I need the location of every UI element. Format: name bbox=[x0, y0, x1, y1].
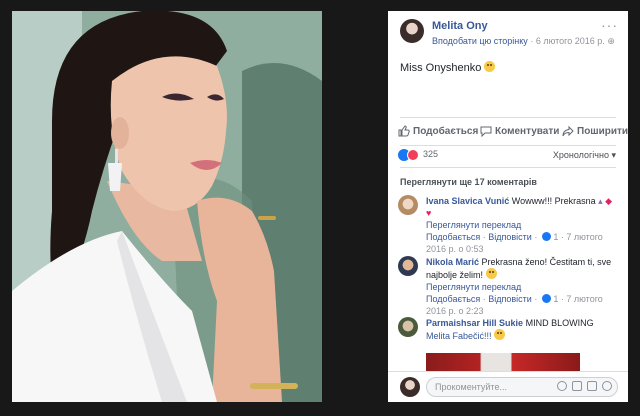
smiley-emoji-icon bbox=[485, 268, 497, 279]
comment-meta: Подобається · Відповісти · 1 · 7 лютого … bbox=[426, 232, 603, 254]
camera-icon[interactable] bbox=[572, 381, 582, 391]
post-caption: Miss Onyshenko bbox=[400, 61, 496, 74]
comment-text: Wowww!!! Prekrasna bbox=[511, 196, 596, 206]
post-header: Melita Ony Вподобати цю сторінку · 6 лют… bbox=[388, 11, 628, 55]
comment-attachment-image[interactable] bbox=[426, 353, 580, 373]
comment-body: Nikola Marić Prekrasna ženo! Čestitam ti… bbox=[426, 256, 616, 317]
reactions-count: 325 bbox=[423, 149, 439, 159]
page-avatar[interactable] bbox=[400, 19, 424, 43]
page-name[interactable]: Melita Ony bbox=[432, 20, 488, 32]
heart-emoji-icon: ♥ bbox=[426, 208, 432, 218]
smiley-emoji-icon bbox=[494, 329, 506, 340]
audience-icon: ⊕ bbox=[607, 36, 615, 46]
comment-like-link[interactable]: Подобається bbox=[426, 294, 480, 304]
comment-like-count: 1 bbox=[553, 232, 559, 242]
comment-text: MIND BLOWING bbox=[525, 318, 594, 328]
post-date[interactable]: 6 лютого 2016 р. bbox=[536, 36, 605, 46]
sticker-icon[interactable] bbox=[602, 381, 612, 391]
caption-text: Miss Onyshenko bbox=[400, 62, 482, 74]
current-user-avatar bbox=[400, 377, 420, 397]
like-reaction-icon bbox=[541, 294, 551, 303]
comment-meta: Подобається · Відповісти · 1 · 7 лютого … bbox=[426, 294, 603, 316]
emoji-picker-icon[interactable] bbox=[557, 381, 567, 391]
comment-body: Parmaishsar Hill Sukie MIND BLOWING Meli… bbox=[426, 317, 616, 342]
more-options-icon[interactable]: ··· bbox=[601, 17, 618, 33]
commenter-name[interactable]: Nikola Marić bbox=[426, 257, 479, 267]
share-label: Поширити bbox=[577, 126, 628, 137]
like-label: Подобається bbox=[413, 126, 479, 137]
post-panel: Melita Ony Вподобати цю сторінку · 6 лют… bbox=[388, 11, 628, 402]
comment-sort-dropdown[interactable]: Хронологічно ▾ bbox=[553, 150, 616, 161]
mentioned-user-link[interactable]: Melita Fabečić!!! bbox=[426, 331, 492, 341]
meta-separator: · bbox=[530, 36, 534, 46]
action-bar: Подобається Коментувати Поширити bbox=[388, 121, 628, 145]
comment-label: Коментувати bbox=[495, 126, 560, 137]
comment-reply-link[interactable]: Відповісти bbox=[488, 294, 532, 304]
share-button[interactable]: Поширити bbox=[562, 125, 628, 137]
commenter-name[interactable]: Parmaishsar Hill Sukie bbox=[426, 318, 523, 328]
smiley-emoji-icon bbox=[484, 61, 496, 72]
thumbs-up-icon bbox=[398, 125, 410, 137]
comment-button[interactable]: Коментувати bbox=[480, 125, 560, 138]
commenter-name[interactable]: Ivana Slavica Vunić bbox=[426, 196, 509, 206]
love-reaction-icon bbox=[407, 149, 419, 161]
comment-like-count: 1 bbox=[553, 294, 559, 304]
like-button[interactable]: Подобається bbox=[398, 125, 478, 137]
comment-like-link[interactable]: Подобається bbox=[426, 232, 480, 242]
commenter-avatar[interactable] bbox=[398, 317, 418, 337]
post-photo[interactable] bbox=[12, 11, 322, 402]
comment-reply-link[interactable]: Відповісти bbox=[488, 232, 532, 242]
post-meta: Вподобати цю сторінку · 6 лютого 2016 р.… bbox=[432, 36, 615, 47]
divider bbox=[400, 167, 616, 168]
composer-tools bbox=[557, 381, 612, 391]
divider bbox=[400, 117, 616, 118]
kiss-emoji-icon: ◆ bbox=[605, 196, 613, 206]
comment-icon bbox=[480, 126, 492, 138]
commenter-avatar[interactable] bbox=[398, 256, 418, 276]
commenter-avatar[interactable] bbox=[398, 195, 418, 215]
comment-body: Ivana Slavica Vunić Wowww!!! Prekrasna ▴… bbox=[426, 195, 616, 255]
share-icon bbox=[562, 125, 574, 137]
see-translation-link[interactable]: Переглянути переклад bbox=[426, 219, 616, 231]
see-translation-link[interactable]: Переглянути переклад bbox=[426, 281, 616, 293]
portrait-image bbox=[12, 11, 322, 402]
photo-viewer: Melita Ony Вподобати цю сторінку · 6 лют… bbox=[0, 0, 640, 416]
like-reaction-icon bbox=[541, 232, 551, 241]
nail-polish-emoji-icon: ▴ bbox=[598, 196, 603, 206]
gif-icon[interactable] bbox=[587, 381, 597, 391]
like-page-link[interactable]: Вподобати цю сторінку bbox=[432, 36, 528, 46]
comment-composer: Прокоментуйте... bbox=[388, 371, 628, 402]
view-more-comments-link[interactable]: Переглянути ще 17 коментарів bbox=[400, 177, 537, 187]
divider bbox=[400, 145, 616, 146]
